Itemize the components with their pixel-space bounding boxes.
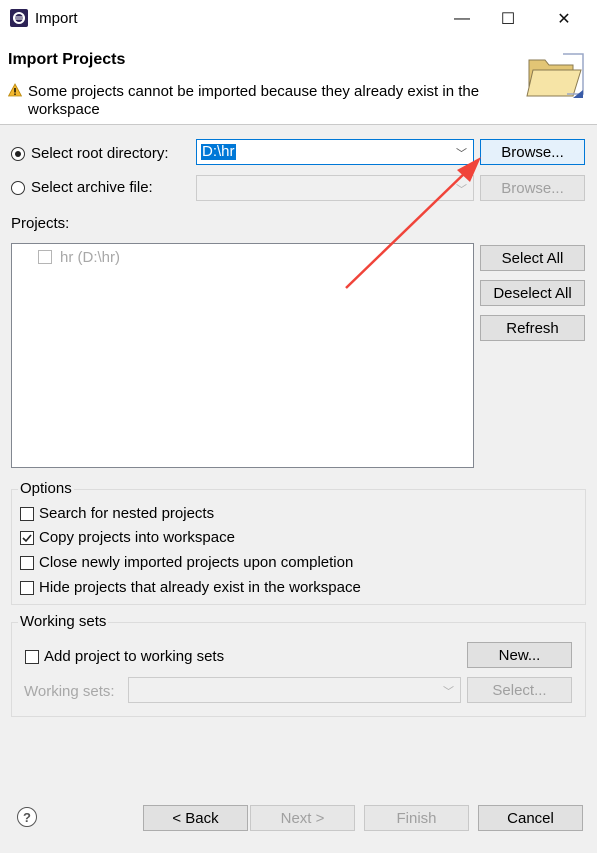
cancel-button[interactable]: Cancel: [478, 805, 583, 831]
chevron-down-icon: ﹀: [456, 148, 467, 160]
window-title: Import: [35, 10, 78, 27]
check-icon: [22, 534, 32, 543]
chevron-down-icon: ﹀: [456, 184, 467, 196]
browse-archive-button[interactable]: Browse...: [480, 175, 585, 201]
project-label: hr (D:\hr): [60, 249, 120, 266]
copy-projects-checkbox[interactable]: [20, 531, 34, 545]
select-working-sets-button[interactable]: Select...: [467, 677, 572, 703]
wizard-content: Select root directory: D:\hr ﹀ Browse...…: [0, 125, 597, 853]
projects-list[interactable]: hr (D:\hr): [11, 243, 474, 468]
options-title: Options: [18, 480, 74, 497]
new-working-set-button[interactable]: New...: [467, 642, 572, 668]
finish-button[interactable]: Finish: [364, 805, 469, 831]
title-bar: Import — ☐ ✕: [0, 0, 597, 38]
archive-file-combo[interactable]: ﹀: [196, 175, 474, 201]
root-directory-value: D:\hr: [201, 143, 236, 160]
close-projects-label: Close newly imported projects upon compl…: [39, 554, 354, 571]
browse-root-button[interactable]: Browse...: [480, 139, 585, 165]
close-button[interactable]: ✕: [541, 0, 587, 38]
close-projects-checkbox[interactable]: [20, 556, 34, 570]
nested-projects-label: Search for nested projects: [39, 505, 215, 522]
deselect-all-button[interactable]: Deselect All: [480, 280, 585, 306]
back-button[interactable]: < Back: [143, 805, 248, 831]
nested-projects-checkbox[interactable]: [20, 507, 34, 521]
add-working-sets-label: Add project to working sets: [44, 648, 225, 665]
chevron-down-icon: ﹀: [443, 686, 454, 698]
warning-icon: [8, 83, 22, 97]
wizard-header: Import Projects Some projects cannot be …: [0, 38, 597, 125]
minimize-button[interactable]: —: [439, 0, 485, 38]
project-checkbox[interactable]: [38, 250, 52, 264]
hide-projects-checkbox[interactable]: [20, 581, 34, 595]
maximize-button[interactable]: ☐: [485, 0, 531, 38]
working-sets-title: Working sets: [18, 613, 109, 630]
next-button[interactable]: Next >: [250, 805, 355, 831]
minimize-icon: —: [454, 10, 470, 27]
close-icon: ✕: [557, 11, 571, 28]
select-all-button[interactable]: Select All: [480, 245, 585, 271]
warning-message: Some projects cannot be imported because…: [28, 83, 480, 118]
archive-file-radio[interactable]: [11, 181, 25, 195]
root-directory-combo[interactable]: D:\hr ﹀: [196, 139, 474, 165]
maximize-icon: ☐: [500, 11, 516, 28]
projects-label: Projects:: [11, 215, 70, 232]
page-heading: Import Projects: [8, 51, 126, 68]
copy-projects-label: Copy projects into workspace: [39, 529, 235, 546]
working-sets-combo[interactable]: ﹀: [128, 677, 461, 703]
refresh-button[interactable]: Refresh: [480, 315, 585, 341]
folder-banner-icon: [526, 53, 584, 98]
eclipse-app-icon: [10, 9, 28, 27]
help-icon[interactable]: ?: [17, 807, 37, 827]
root-directory-radio[interactable]: [11, 147, 25, 161]
working-sets-label: Working sets:: [24, 683, 115, 700]
hide-projects-label: Hide projects that already exist in the …: [39, 579, 361, 596]
add-working-sets-checkbox[interactable]: [25, 650, 39, 664]
root-directory-label: Select root directory:: [31, 145, 169, 162]
list-item[interactable]: hr (D:\hr): [38, 249, 238, 267]
archive-file-label: Select archive file:: [31, 179, 153, 196]
